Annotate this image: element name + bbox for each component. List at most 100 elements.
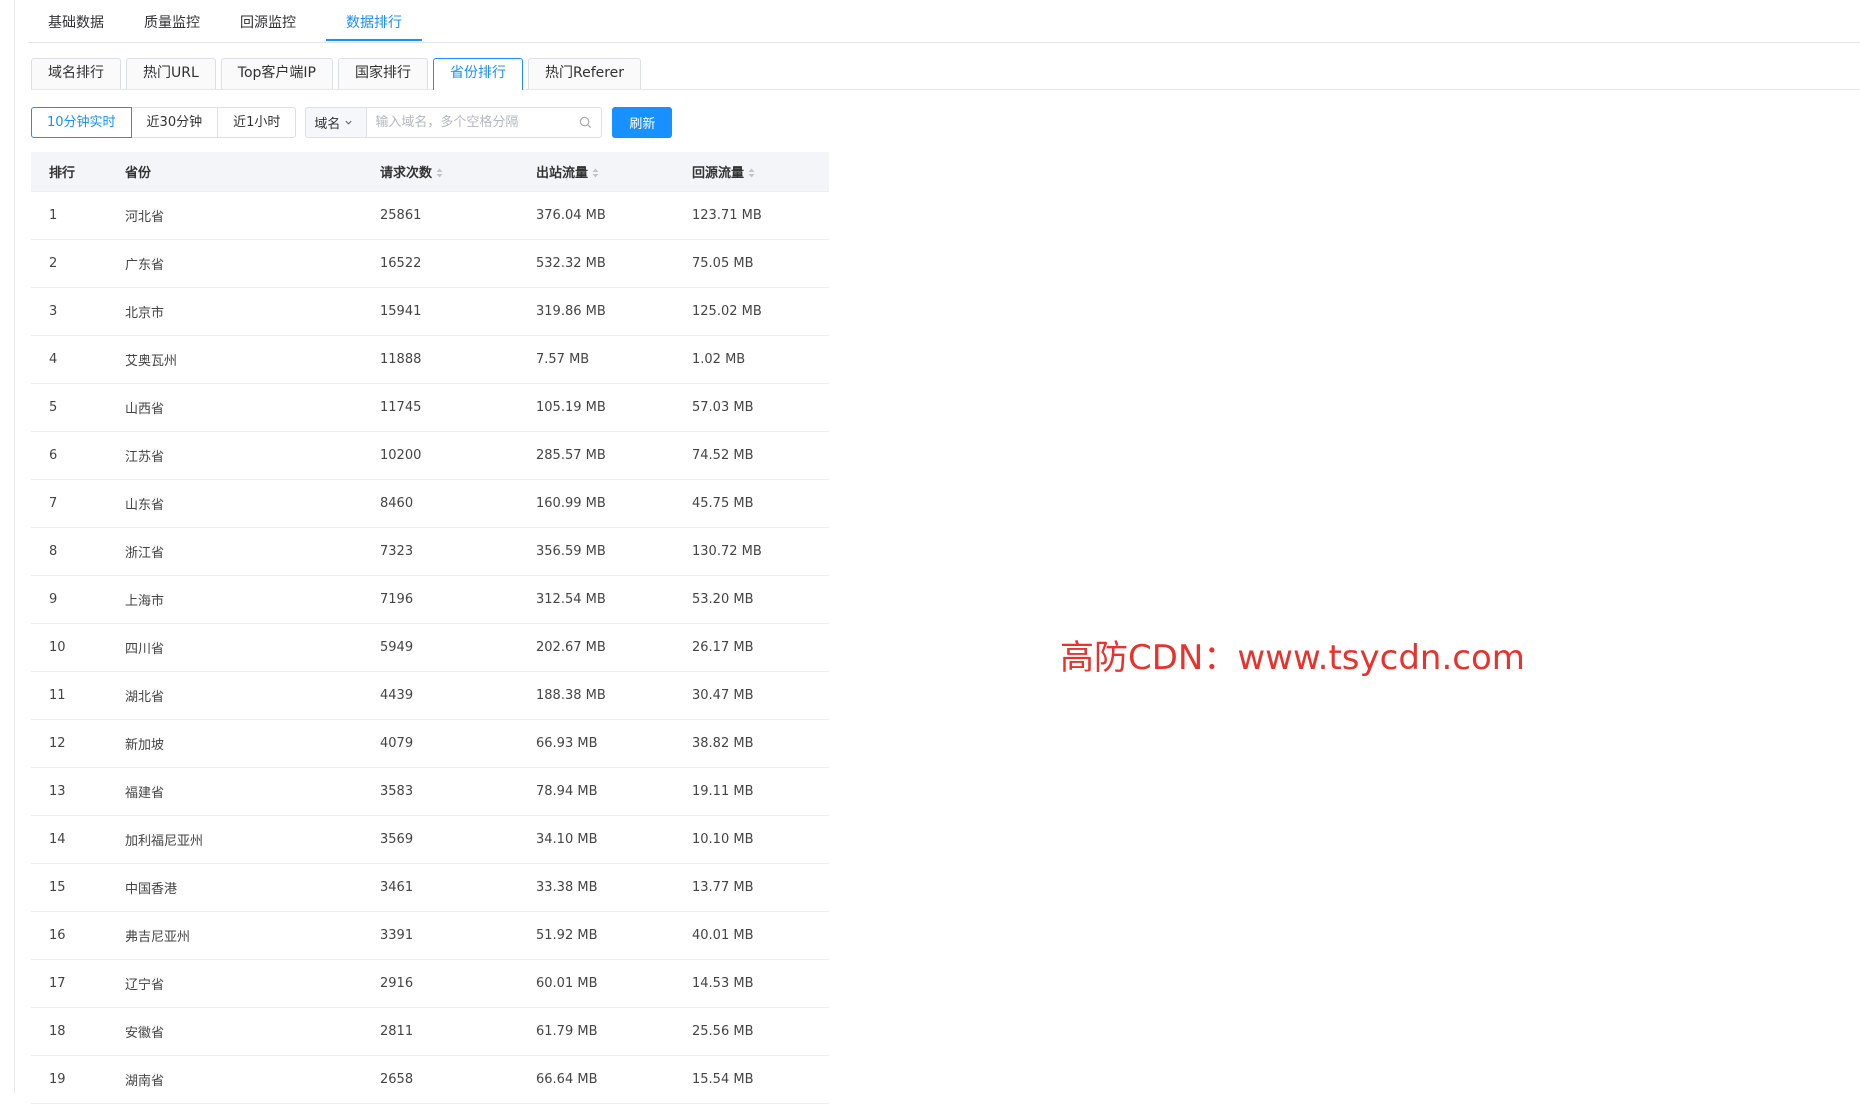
cell-province: 福建省 bbox=[125, 786, 165, 801]
cell-rank: 2 bbox=[49, 256, 58, 271]
sort-icon[interactable] bbox=[592, 168, 599, 178]
cell-origin: 13.77 MB bbox=[692, 880, 754, 895]
cell-requests: 2658 bbox=[380, 1072, 414, 1087]
refresh-button[interactable]: 刷新 bbox=[612, 106, 673, 138]
header-origin-label: 回源流量 bbox=[692, 166, 745, 181]
cell-province: 山西省 bbox=[125, 402, 165, 417]
cell-rank: 3 bbox=[49, 304, 58, 319]
header-rank: 排行 bbox=[49, 166, 76, 181]
header-outbound-traffic[interactable]: 出站流量 bbox=[518, 162, 674, 181]
cell-outbound: 66.93 MB bbox=[536, 736, 598, 751]
time-range-30min-button[interactable]: 近30分钟 bbox=[130, 106, 219, 138]
cell-origin: 45.75 MB bbox=[692, 496, 754, 511]
cell-requests: 25861 bbox=[380, 208, 422, 223]
search-field-select[interactable]: 域名 bbox=[305, 106, 367, 138]
cell-outbound: 33.38 MB bbox=[536, 880, 598, 895]
table-row: 17 辽宁省 2916 60.01 MB 14.53 MB bbox=[31, 960, 829, 1008]
search-input[interactable] bbox=[367, 107, 584, 137]
cell-rank: 11 bbox=[49, 688, 66, 703]
filter-toolbar: 10分钟实时 近30分钟 近1小时 域名 刷新 bbox=[31, 106, 673, 138]
cell-outbound: 285.57 MB bbox=[536, 448, 606, 463]
tab-hot-referer[interactable]: 热门Referer bbox=[527, 58, 642, 89]
cell-rank: 7 bbox=[49, 496, 58, 511]
cell-origin: 38.82 MB bbox=[692, 736, 754, 751]
cell-rank: 16 bbox=[49, 928, 66, 943]
tab-top-client-ip[interactable]: Top客户端IP bbox=[220, 58, 333, 89]
sort-icon[interactable] bbox=[436, 168, 443, 178]
header-requests[interactable]: 请求次数 bbox=[362, 162, 518, 181]
cell-requests: 4079 bbox=[380, 736, 414, 751]
header-origin-traffic[interactable]: 回源流量 bbox=[674, 162, 829, 181]
cell-origin: 57.03 MB bbox=[692, 400, 754, 415]
table-body: 1 河北省 25861 376.04 MB 123.71 MB 2 广东省 16522 532.… bbox=[31, 192, 829, 1104]
cell-requests: 16522 bbox=[380, 256, 422, 271]
cell-origin: 26.17 MB bbox=[692, 640, 754, 655]
cell-province: 四川省 bbox=[125, 642, 165, 657]
time-range-10min-button[interactable]: 10分钟实时 bbox=[31, 106, 132, 138]
sort-icon[interactable] bbox=[748, 168, 755, 178]
search-input-wrapper bbox=[366, 106, 603, 138]
cell-province: 中国香港 bbox=[125, 882, 178, 897]
table-row: 12 新加坡 4079 66.93 MB 38.82 MB bbox=[31, 720, 829, 768]
cell-requests: 4439 bbox=[380, 688, 414, 703]
cell-outbound: 160.99 MB bbox=[536, 496, 606, 511]
search-field-label: 域名 bbox=[314, 116, 341, 132]
cell-origin: 10.10 MB bbox=[692, 832, 754, 847]
cell-requests: 3569 bbox=[380, 832, 414, 847]
cell-outbound: 356.59 MB bbox=[536, 544, 606, 559]
cell-requests: 11888 bbox=[380, 352, 422, 367]
cell-outbound: 78.94 MB bbox=[536, 784, 598, 799]
cell-requests: 8460 bbox=[380, 496, 414, 511]
cell-rank: 10 bbox=[49, 640, 66, 655]
table-row: 10 四川省 5949 202.67 MB 26.17 MB bbox=[31, 624, 829, 672]
cell-rank: 19 bbox=[49, 1072, 66, 1087]
cell-province: 艾奥瓦州 bbox=[125, 354, 178, 369]
tab-province-ranking[interactable]: 省份排行 bbox=[432, 58, 523, 90]
tab-data-ranking[interactable]: 数据排行 bbox=[326, 0, 422, 41]
cell-origin: 75.05 MB bbox=[692, 256, 754, 271]
cell-outbound: 34.10 MB bbox=[536, 832, 598, 847]
cell-province: 弗吉尼亚州 bbox=[125, 930, 191, 945]
cell-requests: 3461 bbox=[380, 880, 414, 895]
cell-requests: 15941 bbox=[380, 304, 422, 319]
cell-rank: 4 bbox=[49, 352, 58, 367]
cell-origin: 130.72 MB bbox=[692, 544, 762, 559]
cell-rank: 13 bbox=[49, 784, 66, 799]
cell-province: 浙江省 bbox=[125, 546, 165, 561]
watermark-text: 高防CDN：www.tsycdn.com bbox=[1060, 638, 1525, 678]
table-row: 16 弗吉尼亚州 3391 51.92 MB 40.01 MB bbox=[31, 912, 829, 960]
time-range-1hour-button[interactable]: 近1小时 bbox=[217, 106, 297, 138]
tab-origin-monitor[interactable]: 回源监控 bbox=[220, 0, 316, 41]
cell-province: 安徽省 bbox=[125, 1026, 165, 1041]
cell-rank: 8 bbox=[49, 544, 58, 559]
cell-rank: 5 bbox=[49, 400, 58, 415]
cell-province: 河北省 bbox=[125, 210, 165, 225]
table-row: 18 安徽省 2811 61.79 MB 25.56 MB bbox=[31, 1008, 829, 1056]
tab-quality-monitor[interactable]: 质量监控 bbox=[124, 0, 220, 41]
table-row: 2 广东省 16522 532.32 MB 75.05 MB bbox=[31, 240, 829, 288]
cell-rank: 14 bbox=[49, 832, 66, 847]
search-icon[interactable] bbox=[579, 116, 592, 129]
table-row: 13 福建省 3583 78.94 MB 19.11 MB bbox=[31, 768, 829, 816]
cell-requests: 3583 bbox=[380, 784, 414, 799]
cell-requests: 5949 bbox=[380, 640, 414, 655]
cell-province: 湖南省 bbox=[125, 1074, 165, 1089]
cell-outbound: 319.86 MB bbox=[536, 304, 606, 319]
header-province: 省份 bbox=[125, 166, 152, 181]
cell-rank: 17 bbox=[49, 976, 66, 991]
cell-outbound: 51.92 MB bbox=[536, 928, 598, 943]
cell-rank: 9 bbox=[49, 592, 58, 607]
tab-country-ranking[interactable]: 国家排行 bbox=[337, 58, 428, 89]
cell-province: 北京市 bbox=[125, 306, 165, 321]
tab-hot-url[interactable]: 热门URL bbox=[126, 58, 216, 89]
table-row: 15 中国香港 3461 33.38 MB 13.77 MB bbox=[31, 864, 829, 912]
cell-origin: 14.53 MB bbox=[692, 976, 754, 991]
table-row: 4 艾奥瓦州 11888 7.57 MB 1.02 MB bbox=[31, 336, 829, 384]
cell-requests: 2811 bbox=[380, 1024, 414, 1039]
cell-origin: 19.11 MB bbox=[692, 784, 754, 799]
tab-domain-ranking[interactable]: 域名排行 bbox=[31, 58, 121, 89]
cell-outbound: 105.19 MB bbox=[536, 400, 606, 415]
tab-basic-data[interactable]: 基础数据 bbox=[28, 0, 124, 41]
cell-province: 辽宁省 bbox=[125, 978, 165, 993]
search-group: 域名 bbox=[305, 106, 603, 138]
